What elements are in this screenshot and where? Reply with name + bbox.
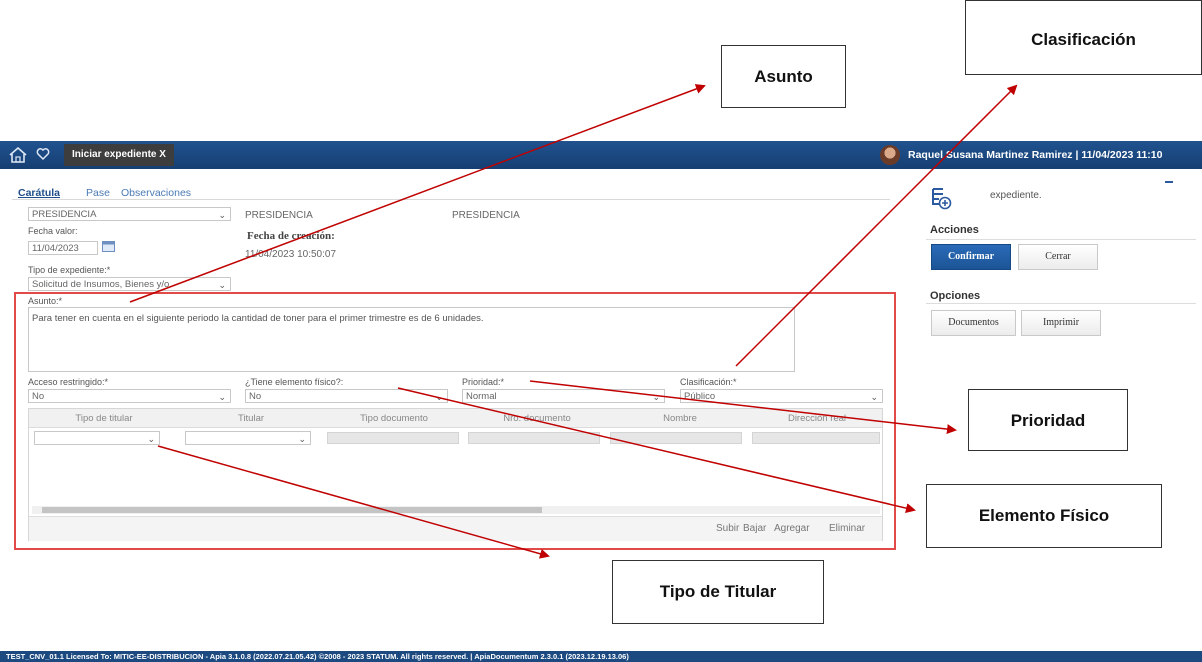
- arrow-asunto: [129, 84, 706, 303]
- arrow-clasificacion: [735, 84, 1018, 367]
- arrow-elemento-fisico: [397, 387, 916, 514]
- arrow-prioridad: [529, 380, 957, 435]
- arrow-tipo-titular: [157, 445, 550, 559]
- annotation-arrows: [129, 84, 1018, 559]
- footer-bar: TEST_CNV_01.1 Licensed To: MITIC-EE-DIST…: [0, 651, 1202, 662]
